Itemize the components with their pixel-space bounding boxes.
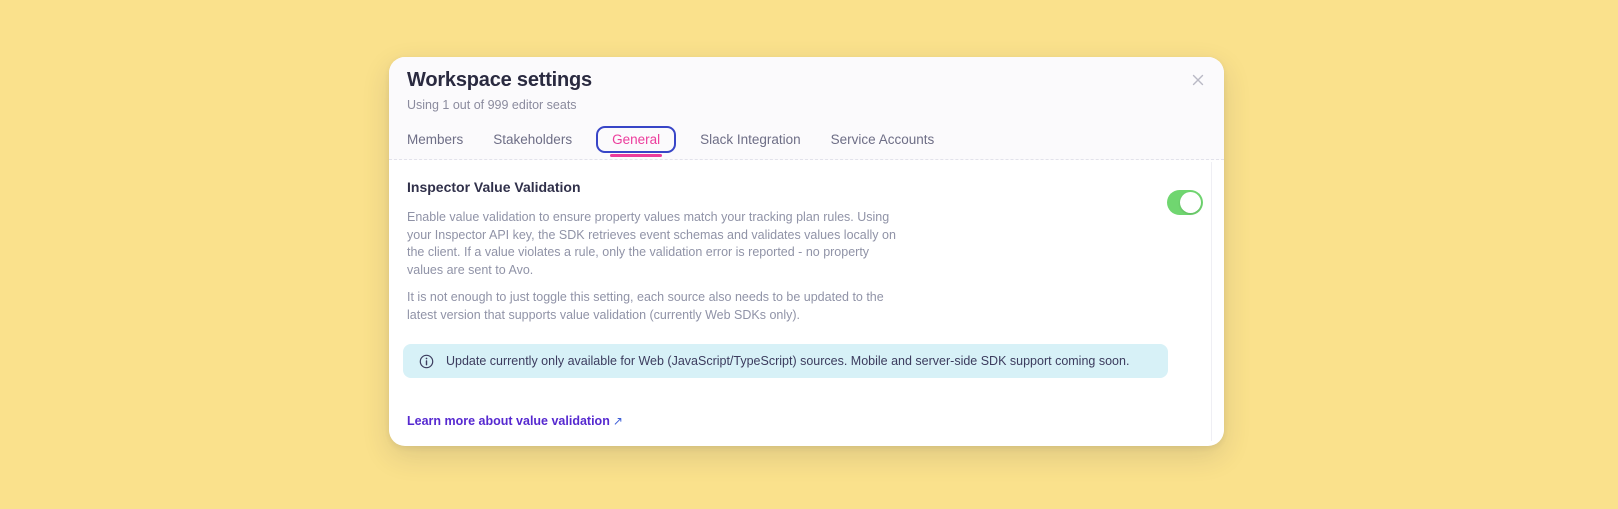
description-paragraph-1: Enable value validation to ensure proper… [407,210,896,277]
info-banner-text: Update currently only available for Web … [446,354,1130,368]
tab-service-accounts[interactable]: Service Accounts [831,127,935,152]
description-paragraph-2: It is not enough to just toggle this set… [407,290,884,322]
external-link-icon: ↗ [612,414,623,428]
seats-usage-text: Using 1 out of 999 editor seats [407,98,577,112]
tab-slack-integration[interactable]: Slack Integration [700,127,801,152]
general-tab-panel: Inspector Value Validation Enable value … [389,160,1224,445]
close-button[interactable] [1186,69,1210,93]
toggle-knob [1180,192,1201,213]
tab-stakeholders[interactable]: Stakeholders [493,127,572,152]
scrollbar-track[interactable] [1211,162,1212,441]
page-title: Workspace settings [407,69,592,91]
modal-header: Workspace settings Using 1 out of 999 ed… [389,57,1224,160]
page-background: Workspace settings Using 1 out of 999 ed… [0,0,1618,509]
value-validation-toggle[interactable] [1167,190,1203,215]
section-heading: Inspector Value Validation [407,179,581,195]
tab-members[interactable]: Members [407,127,463,152]
tab-general[interactable]: General [596,126,677,157]
learn-more-label: Learn more about value validation [407,414,610,428]
learn-more-link[interactable]: Learn more about value validation ↗ [407,414,623,428]
tab-bar: Members Stakeholders General Slack Integ… [407,126,935,157]
workspace-settings-modal: Workspace settings Using 1 out of 999 ed… [389,57,1224,446]
info-circle-icon [419,354,434,369]
close-icon [1190,72,1206,91]
info-banner: Update currently only available for Web … [403,344,1168,378]
